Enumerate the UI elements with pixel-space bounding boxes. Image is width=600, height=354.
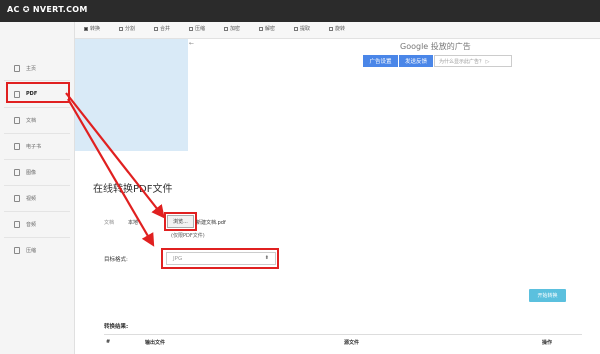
- arrow-to-browse: [65, 92, 165, 219]
- annotation-arrows: [65, 92, 165, 247]
- arrow-to-format: [67, 98, 155, 247]
